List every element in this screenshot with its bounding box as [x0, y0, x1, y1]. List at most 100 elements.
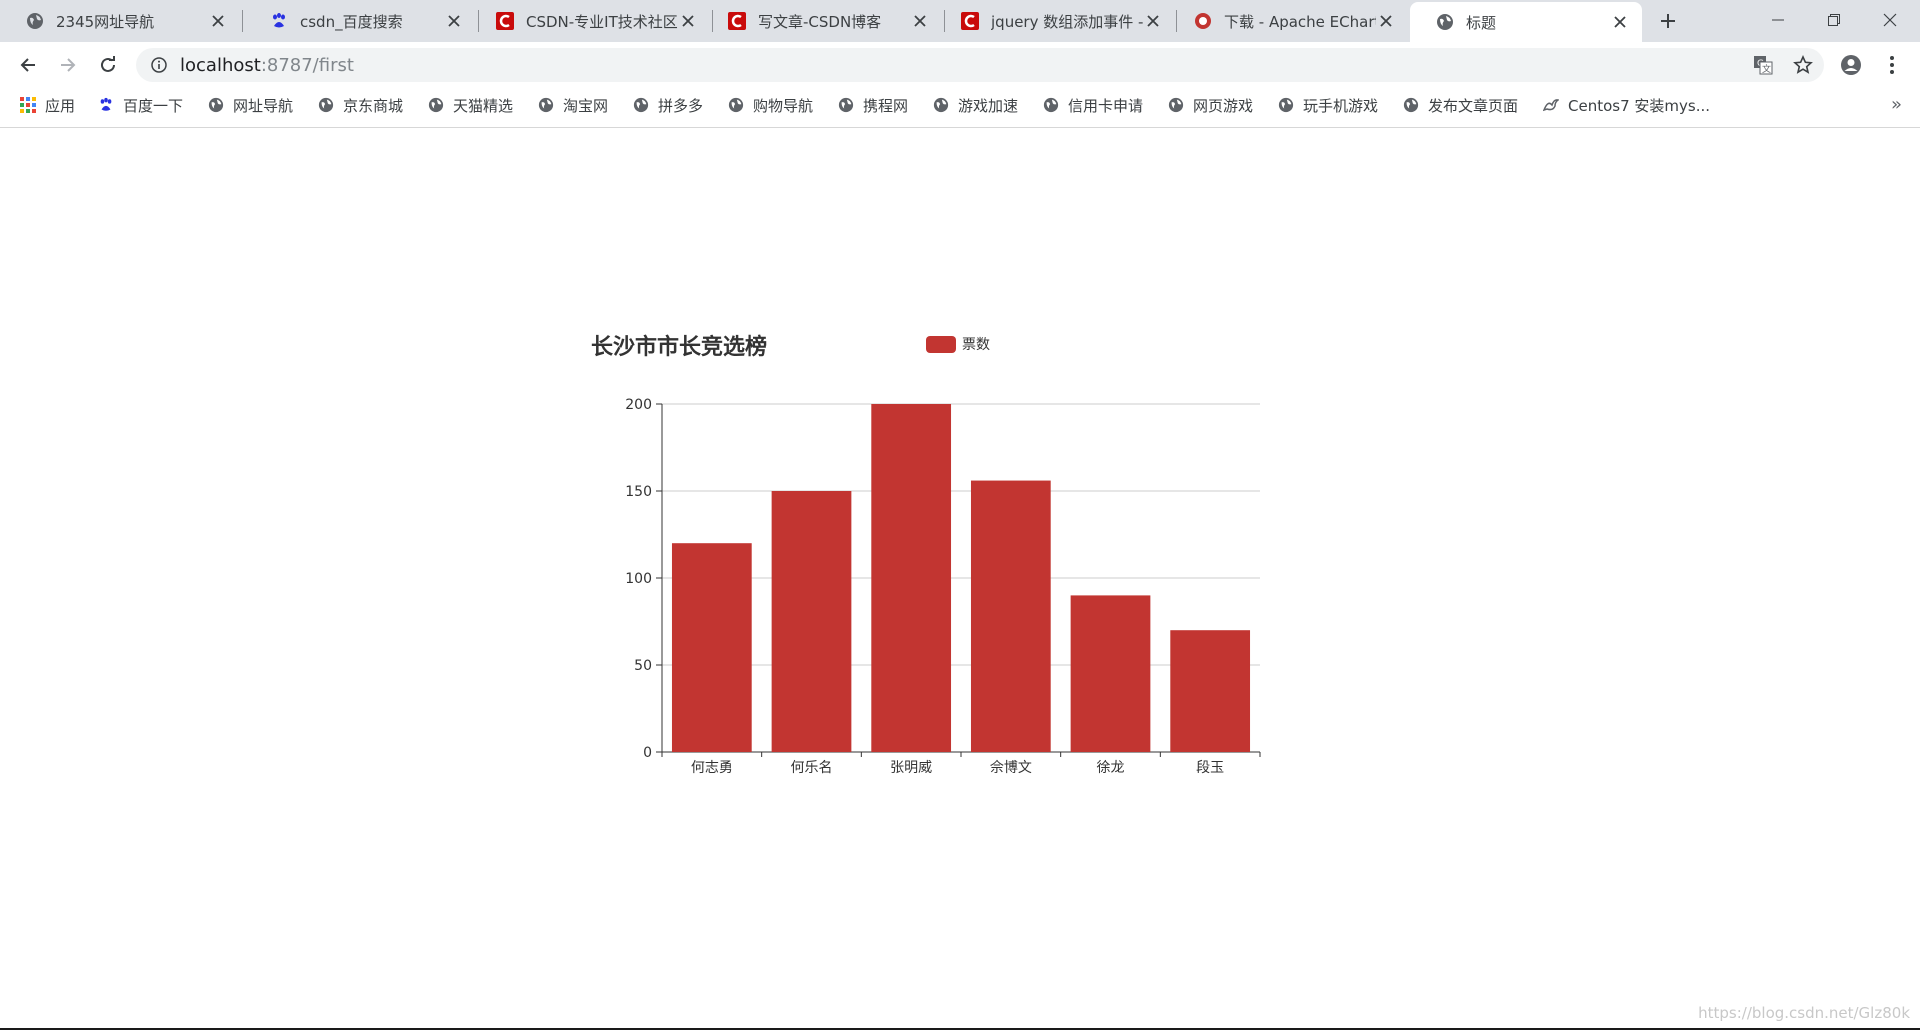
bookmark-label: 拼多多	[658, 96, 704, 115]
window-close-button[interactable]	[1862, 0, 1918, 40]
x-tick-label: 佘博文	[990, 759, 1032, 776]
profile-button[interactable]	[1836, 50, 1866, 80]
browser-toolbar: localhost:8787/first G文	[0, 42, 1920, 88]
back-button[interactable]	[12, 49, 44, 81]
bar	[671, 543, 752, 752]
bookmark-credit-card[interactable]: 信用卡申请	[1043, 88, 1143, 122]
tab-csdn-home[interactable]: CSDN-专业IT技术社区	[470, 0, 710, 42]
csdn-icon	[961, 12, 979, 30]
close-icon[interactable]	[1610, 12, 1630, 32]
tab-title: 标题	[1466, 13, 1497, 32]
tab-active-title[interactable]: 标题	[1410, 2, 1642, 42]
account-icon	[1841, 55, 1861, 75]
tab-echarts[interactable]: 下载 - Apache EChart	[1168, 0, 1408, 42]
svg-text:文: 文	[1762, 63, 1771, 75]
bookmark-label: 购物导航	[753, 96, 814, 115]
tab-title: CSDN-专业IT技术社区	[526, 12, 678, 31]
page-content: 长沙市市长竞选榜 票数 0 50 100 150 200 何志勇 何乐名 张明威 佘博文 徐龙 段玉…	[0, 128, 1920, 1030]
bookmark-label: 百度一下	[123, 96, 184, 115]
close-icon[interactable]	[910, 11, 930, 31]
bookmarks-overflow-button[interactable]: »	[1891, 94, 1902, 115]
globe-icon	[1278, 97, 1294, 113]
baidu-paw-icon	[100, 97, 112, 111]
translate-button[interactable]: G文	[1748, 50, 1778, 80]
chart-title: 长沙市市长竞选榜	[591, 335, 768, 360]
new-tab-button[interactable]	[1656, 9, 1680, 33]
close-icon[interactable]	[444, 11, 464, 31]
url-text: localhost:8787/first	[180, 55, 354, 76]
bookmark-baidu[interactable]: 百度一下	[98, 88, 183, 122]
tab-csdn-write[interactable]: 写文章-CSDN博客	[702, 0, 942, 42]
baidu-paw-icon	[273, 13, 285, 28]
reload-icon	[101, 56, 115, 72]
tab-2345[interactable]: 2345网址导航	[0, 0, 240, 42]
bookmark-gouwu-daohang[interactable]: 购物导航	[728, 88, 813, 122]
info-icon[interactable]	[150, 56, 168, 74]
bookmark-label: 玩手机游戏	[1303, 96, 1379, 115]
tab-baidu-search[interactable]: csdn_百度搜索	[244, 0, 476, 42]
tab-title: 写文章-CSDN博客	[758, 12, 882, 31]
bookmark-centos-mysql[interactable]: Centos7 安装mys...	[1543, 88, 1710, 122]
globe-icon	[208, 97, 224, 113]
tab-title: jquery 数组添加事件 -	[991, 12, 1143, 31]
globe-icon	[633, 97, 649, 113]
bookmark-jd[interactable]: 京东商城	[318, 88, 403, 122]
bookmark-game-accel[interactable]: 游戏加速	[933, 88, 1018, 122]
y-tick-label: 150	[625, 484, 652, 500]
forward-button[interactable]	[52, 49, 84, 81]
y-tick-label: 0	[643, 745, 652, 761]
bookmark-publish-article[interactable]: 发布文章页面	[1403, 88, 1518, 122]
apps-grid-icon	[20, 97, 36, 113]
watermark: https://blog.csdn.net/Glz80k	[1698, 1004, 1910, 1022]
tab-jquery[interactable]: jquery 数组添加事件 -	[935, 0, 1175, 42]
bookmarks-bar: 应用 百度一下 网址导航 京东商城 天猫精选 淘宝网 拼多多 购物导航 携程网 …	[0, 88, 1920, 128]
bookmark-apps[interactable]: 应用	[20, 88, 75, 122]
bookmark-label: 淘宝网	[563, 96, 609, 115]
menu-button[interactable]	[1877, 50, 1907, 80]
bookmark-label: 信用卡申请	[1068, 96, 1144, 115]
reload-button[interactable]	[92, 49, 124, 81]
globe-icon	[428, 97, 444, 113]
globe-icon	[838, 97, 854, 113]
close-icon[interactable]	[208, 11, 228, 31]
close-icon[interactable]	[678, 11, 698, 31]
legend-label: 票数	[962, 337, 990, 353]
more-vert-icon	[1890, 56, 1894, 74]
bookmark-label: 携程网	[863, 96, 909, 115]
close-icon	[1883, 13, 1897, 27]
bird-icon	[1543, 99, 1559, 112]
chart-legend[interactable]: 票数	[926, 334, 990, 354]
address-bar[interactable]: localhost:8787/first	[136, 48, 1824, 82]
bookmark-label: 游戏加速	[958, 96, 1019, 115]
bookmark-label: 应用	[45, 96, 76, 115]
globe-icon	[1168, 97, 1184, 113]
restore-button[interactable]	[1806, 0, 1862, 40]
bookmark-label: 发布文章页面	[1428, 96, 1519, 115]
bookmark-star-button[interactable]	[1788, 50, 1818, 80]
bookmark-mobile-games[interactable]: 玩手机游戏	[1278, 88, 1378, 122]
bar-chart: 0 50 100 150 200 何志勇 何乐名 张明威 佘博文 徐龙 段玉	[625, 397, 1261, 776]
bookmark-pinduoduo[interactable]: 拼多多	[633, 88, 703, 122]
bookmark-wangzhi-daohang[interactable]: 网址导航	[208, 88, 293, 122]
bookmark-web-games[interactable]: 网页游戏	[1168, 88, 1253, 122]
bookmark-tmall[interactable]: 天猫精选	[428, 88, 513, 122]
arrow-right-icon	[61, 58, 76, 72]
tab-separator	[242, 10, 243, 32]
tab-strip: 2345网址导航 csdn_百度搜索 CSDN-专业IT技术社区 写文章-CSD…	[0, 0, 1920, 42]
bookmark-taobao[interactable]: 淘宝网	[538, 88, 608, 122]
x-tick-label: 徐龙	[1097, 760, 1125, 776]
globe-icon	[1403, 97, 1419, 113]
close-icon[interactable]	[1376, 11, 1396, 31]
plus-icon	[1661, 14, 1675, 28]
minimize-button[interactable]	[1750, 0, 1806, 40]
bookmark-ctrip[interactable]: 携程网	[838, 88, 908, 122]
y-tick-label: 100	[625, 571, 652, 587]
close-icon[interactable]	[1143, 11, 1163, 31]
csdn-icon	[728, 12, 746, 30]
translate-icon: G文	[1754, 56, 1773, 75]
globe-icon	[1043, 97, 1059, 113]
tab-title: 下载 - Apache EChart	[1224, 12, 1376, 31]
x-tick-label: 何志勇	[691, 760, 733, 776]
restore-icon	[1828, 14, 1840, 26]
url-path: :8787/first	[260, 54, 354, 76]
